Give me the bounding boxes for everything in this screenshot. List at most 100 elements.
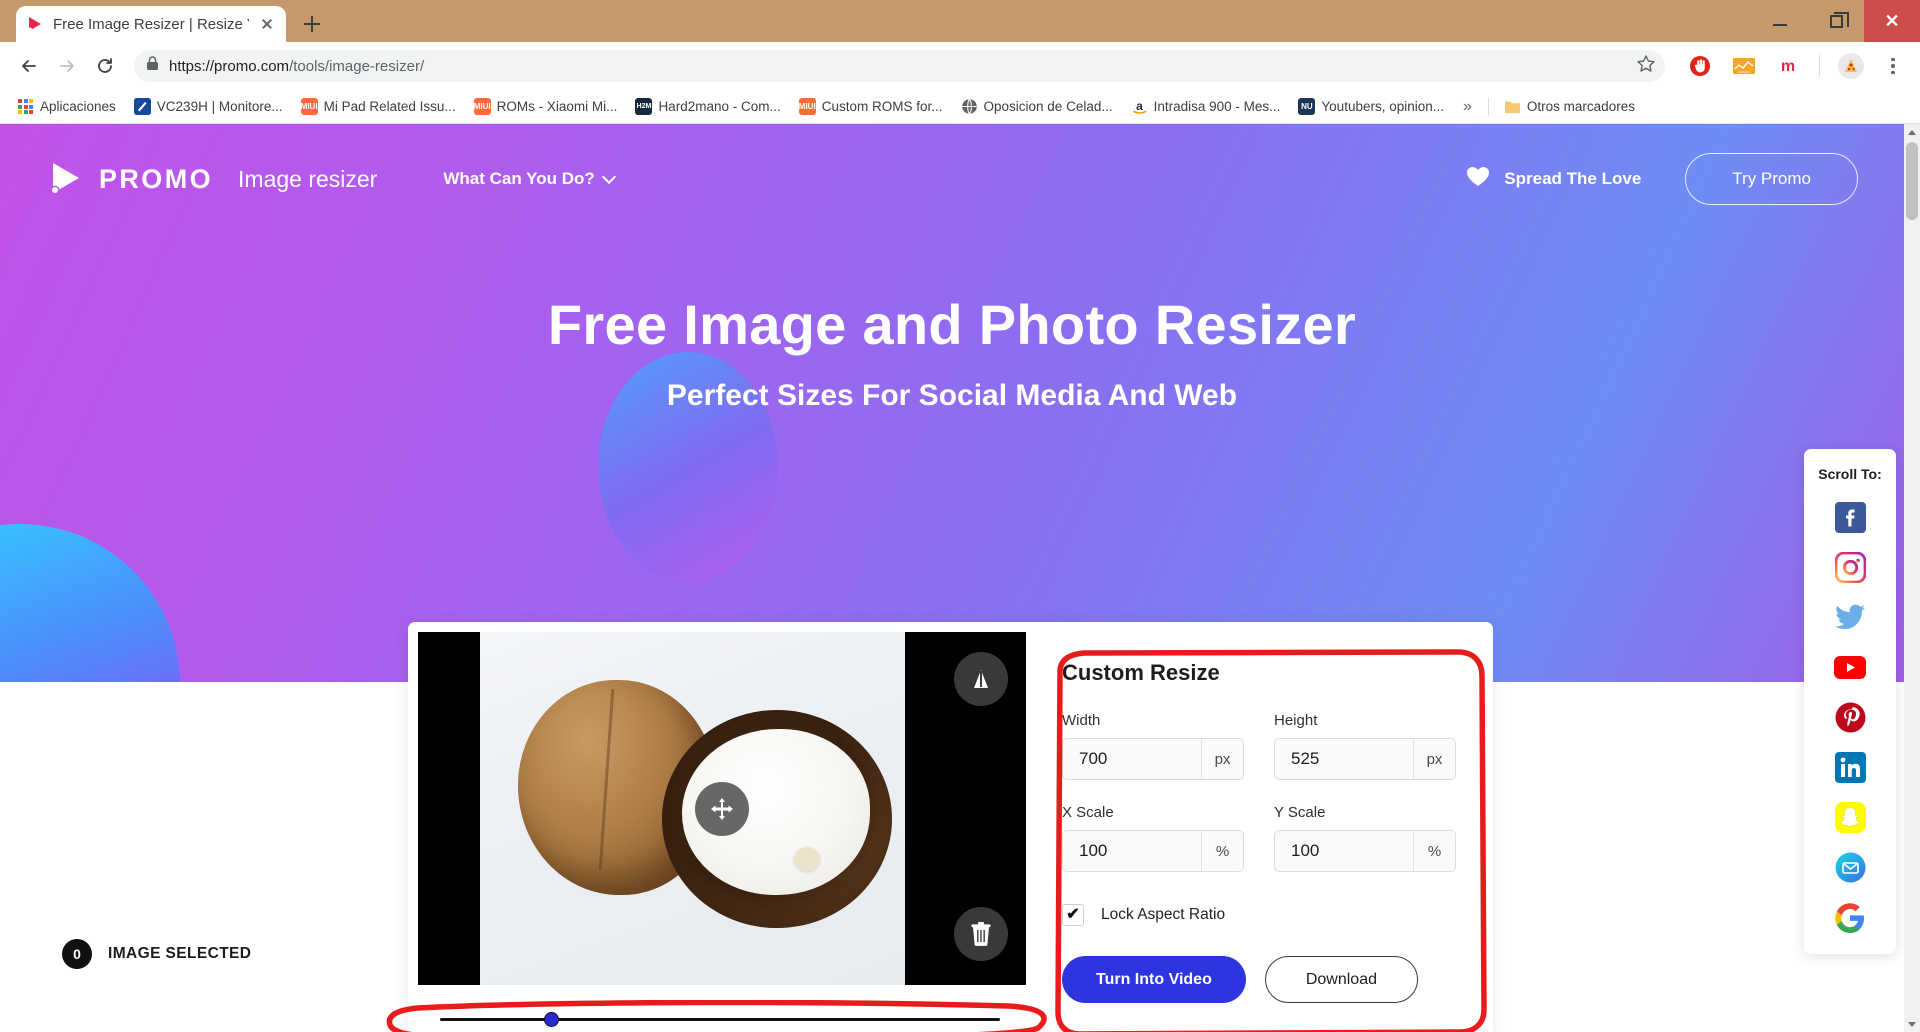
slider-track[interactable] (440, 1018, 1000, 1022)
scale-fields: X Scale % Y Scale % (1062, 804, 1456, 872)
chevron-down-icon (601, 169, 616, 184)
new-tab-button[interactable] (296, 8, 328, 40)
panel-buttons: Turn Into Video Download (1062, 956, 1456, 1003)
decorative-blob-left (0, 524, 180, 682)
instagram-icon[interactable] (1834, 551, 1867, 584)
extension-icons: Analytics m (1677, 49, 1908, 83)
y-scale-unit: % (1413, 831, 1455, 871)
scrollbar-thumb[interactable] (1906, 142, 1918, 220)
window-controls: ✕ (1752, 0, 1920, 42)
bookmark-star-icon[interactable] (1635, 53, 1657, 80)
google-icon[interactable] (1834, 901, 1867, 934)
bookmarks-divider (1487, 97, 1489, 116)
browser-window: Free Image Resizer | Resize Your I ✕ htt… (0, 0, 1920, 1032)
browser-tab[interactable]: Free Image Resizer | Resize Your I (16, 6, 286, 42)
adblock-icon[interactable] (1683, 49, 1717, 83)
scroll-down-arrow-icon[interactable] (1904, 1016, 1920, 1032)
nav-what-can-you-do[interactable]: What Can You Do? (443, 169, 616, 189)
bookmark-item-intradisa[interactable]: a Intradisa 900 - Mes... (1124, 95, 1288, 118)
bookmarks-overflow-button[interactable]: » (1455, 98, 1480, 116)
m-extension-icon[interactable]: m (1771, 49, 1805, 83)
image-preview[interactable] (418, 632, 1026, 985)
custom-resize-panel: Custom Resize Width px Height px (1026, 622, 1496, 1032)
forward-arrow-icon[interactable] (50, 49, 84, 83)
miui-icon: MIUI (300, 98, 318, 115)
height-input[interactable] (1275, 749, 1413, 769)
youtube-icon[interactable] (1834, 651, 1867, 684)
lock-aspect-ratio-row[interactable]: ✔ Lock Aspect Ratio (1062, 904, 1456, 926)
folder-icon (1504, 98, 1521, 115)
url-path: /tools/image-resizer/ (289, 57, 425, 75)
bookmark-item-youtubers[interactable]: NU Youtubers, opinion... (1291, 95, 1451, 118)
twitter-icon[interactable] (1834, 601, 1867, 634)
crop-button[interactable] (954, 652, 1008, 706)
pizza-avatar-icon[interactable] (1834, 49, 1868, 83)
bookmark-item-custom-roms[interactable]: MIUI Custom ROMS for... (792, 95, 950, 118)
y-scale-label: Y Scale (1274, 804, 1326, 821)
spread-the-love-button[interactable]: Spread The Love (1466, 166, 1641, 192)
zoom-slider[interactable] (430, 1009, 1015, 1031)
bookmark-item-hard2mano[interactable]: H2M Hard2mano - Com... (628, 95, 787, 118)
height-field: Height px (1274, 712, 1456, 780)
pinterest-icon[interactable] (1834, 701, 1867, 734)
promo-favicon-icon (26, 15, 44, 33)
x-scale-input[interactable] (1063, 841, 1201, 861)
slider-thumb[interactable] (544, 1012, 559, 1027)
bookmark-item-vc239h[interactable]: VC239H | Monitore... (127, 95, 290, 118)
bookmark-item-aplicaciones[interactable]: Aplicaciones (10, 95, 123, 118)
email-icon[interactable] (1834, 851, 1867, 884)
crop-icon (974, 670, 988, 688)
download-button[interactable]: Download (1264, 956, 1418, 1003)
selection-counter: 0 IMAGE SELECTED (62, 939, 251, 969)
site-navbar: PROMO Image resizer What Can You Do? Spr… (0, 124, 1904, 234)
turn-into-video-button[interactable]: Turn Into Video (1062, 956, 1246, 1003)
scroll-up-arrow-icon[interactable] (1904, 124, 1920, 140)
delete-button[interactable] (954, 907, 1008, 961)
x-scale-field: X Scale % (1062, 804, 1244, 872)
nav-link-label: What Can You Do? (443, 169, 595, 188)
lock-aspect-ratio-checkbox[interactable]: ✔ (1062, 904, 1084, 926)
minimize-button[interactable] (1752, 0, 1808, 42)
site-logo[interactable]: PROMO Image resizer (46, 159, 377, 199)
bookmark-item-roms-xiaomi[interactable]: MIUI ROMs - Xiaomi Mi... (467, 95, 625, 118)
address-bar[interactable]: https://promo.com/tools/image-resizer/ (134, 50, 1665, 82)
checkmark-icon: ✔ (1066, 906, 1080, 923)
linkedin-icon[interactable] (1834, 751, 1867, 784)
x-scale-input-box[interactable]: % (1062, 830, 1244, 872)
svg-text:m: m (1781, 58, 1795, 75)
height-label: Height (1274, 712, 1318, 729)
panel-title: Custom Resize (1062, 660, 1220, 685)
selected-count-badge: 0 (62, 939, 92, 969)
width-input[interactable] (1063, 749, 1201, 769)
width-input-box[interactable]: px (1062, 738, 1244, 780)
other-bookmarks-folder[interactable]: Otros marcadores (1497, 95, 1642, 118)
y-scale-input-box[interactable]: % (1274, 830, 1456, 872)
bookmark-label: Oposicion de Celad... (983, 99, 1113, 114)
height-input-box[interactable]: px (1274, 738, 1456, 780)
bookmarks-bar: Aplicaciones VC239H | Monitore... MIUI M… (0, 90, 1920, 124)
back-arrow-icon[interactable] (12, 49, 46, 83)
y-scale-input[interactable] (1275, 841, 1413, 861)
logo-subtitle: Image resizer (238, 165, 378, 192)
analytics-icon[interactable]: Analytics (1727, 49, 1761, 83)
tab-close-icon[interactable] (258, 15, 276, 33)
url-text: https://promo.com/tools/image-resizer/ (169, 58, 424, 75)
page-scrollbar[interactable] (1904, 124, 1920, 1032)
snapchat-icon[interactable] (1834, 801, 1867, 834)
try-promo-button[interactable]: Try Promo (1685, 153, 1858, 205)
kebab-menu-icon[interactable] (1878, 57, 1908, 75)
toolbar-divider (1819, 55, 1820, 77)
height-unit: px (1413, 739, 1455, 779)
bookmark-item-mi-pad[interactable]: MIUI Mi Pad Related Issu... (294, 95, 463, 118)
bookmark-item-oposicion[interactable]: Oposicion de Celad... (954, 95, 1120, 118)
reload-icon[interactable] (88, 49, 122, 83)
move-button[interactable] (695, 782, 749, 836)
y-scale-field: Y Scale % (1274, 804, 1456, 872)
miui-icon: MIUI (798, 98, 816, 115)
bookmark-label: Youtubers, opinion... (1321, 99, 1445, 114)
close-button[interactable]: ✕ (1864, 0, 1920, 42)
bookmark-label: Otros marcadores (1526, 99, 1635, 114)
miui-icon: MIUI (473, 98, 491, 115)
facebook-icon[interactable] (1834, 501, 1867, 534)
maximize-button[interactable] (1808, 0, 1864, 42)
